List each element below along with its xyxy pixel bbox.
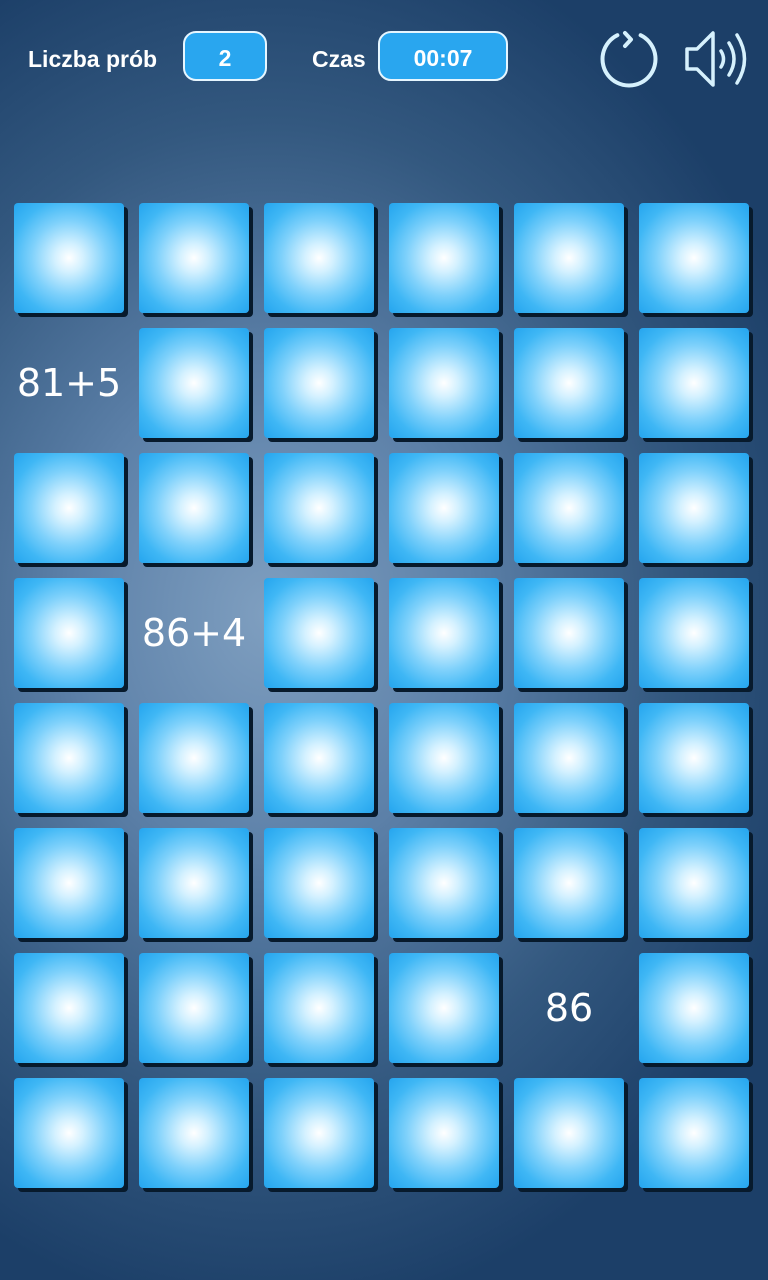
hidden-card-r2-c6[interactable] xyxy=(639,328,749,438)
hidden-card-r8-c1[interactable] xyxy=(14,1078,124,1188)
hidden-card-r3-c6[interactable] xyxy=(639,453,749,563)
hidden-card-r1-c6[interactable] xyxy=(639,203,749,313)
hidden-card-r5-c1[interactable] xyxy=(14,703,124,813)
restart-button[interactable] xyxy=(597,27,661,91)
attempts-counter: 2 xyxy=(183,31,267,81)
hidden-card-r5-c4[interactable] xyxy=(389,703,499,813)
restart-icon xyxy=(600,31,658,88)
hidden-card-r1-c5[interactable] xyxy=(514,203,624,313)
hidden-card-r4-c1[interactable] xyxy=(14,578,124,688)
timer-display: 00:07 xyxy=(378,31,508,81)
card-value: 86 xyxy=(544,986,594,1030)
hidden-card-r3-c4[interactable] xyxy=(389,453,499,563)
hidden-card-r1-c3[interactable] xyxy=(264,203,374,313)
hidden-card-r7-c3[interactable] xyxy=(264,953,374,1063)
hidden-card-r1-c2[interactable] xyxy=(139,203,249,313)
hidden-card-r8-c4[interactable] xyxy=(389,1078,499,1188)
hidden-card-r7-c4[interactable] xyxy=(389,953,499,1063)
hidden-card-r1-c4[interactable] xyxy=(389,203,499,313)
revealed-card: 86 xyxy=(514,953,624,1063)
hidden-card-r6-c3[interactable] xyxy=(264,828,374,938)
hidden-card-r8-c5[interactable] xyxy=(514,1078,624,1188)
hidden-card-r6-c6[interactable] xyxy=(639,828,749,938)
hidden-card-r5-c2[interactable] xyxy=(139,703,249,813)
revealed-card: 81+5 xyxy=(14,328,124,438)
hidden-card-r2-c2[interactable] xyxy=(139,328,249,438)
hidden-card-r5-c5[interactable] xyxy=(514,703,624,813)
hidden-card-r7-c1[interactable] xyxy=(14,953,124,1063)
hidden-card-r7-c6[interactable] xyxy=(639,953,749,1063)
hidden-card-r3-c1[interactable] xyxy=(14,453,124,563)
card-value: 81+5 xyxy=(16,361,122,405)
time-label: Czas xyxy=(312,46,366,72)
hidden-card-r6-c4[interactable] xyxy=(389,828,499,938)
hidden-card-r6-c1[interactable] xyxy=(14,828,124,938)
hidden-card-r3-c2[interactable] xyxy=(139,453,249,563)
hidden-card-r2-c3[interactable] xyxy=(264,328,374,438)
attempts-label: Liczba prób xyxy=(28,46,158,72)
hidden-card-r5-c3[interactable] xyxy=(264,703,374,813)
hidden-card-r4-c3[interactable] xyxy=(264,578,374,688)
hidden-card-r4-c5[interactable] xyxy=(514,578,624,688)
hidden-card-r2-c4[interactable] xyxy=(389,328,499,438)
hidden-card-r4-c4[interactable] xyxy=(389,578,499,688)
hidden-card-r1-c1[interactable] xyxy=(14,203,124,313)
revealed-card: 86+4 xyxy=(139,578,249,688)
hidden-card-r6-c5[interactable] xyxy=(514,828,624,938)
hidden-card-r8-c3[interactable] xyxy=(264,1078,374,1188)
hidden-card-r5-c6[interactable] xyxy=(639,703,749,813)
hidden-card-r2-c5[interactable] xyxy=(514,328,624,438)
hidden-card-r3-c3[interactable] xyxy=(264,453,374,563)
memory-board: 81+5 86+4 86 xyxy=(14,203,754,1193)
speaker-icon xyxy=(685,31,747,87)
hidden-card-r6-c2[interactable] xyxy=(139,828,249,938)
hidden-card-r4-c6[interactable] xyxy=(639,578,749,688)
card-value: 86+4 xyxy=(141,611,247,655)
hidden-card-r8-c2[interactable] xyxy=(139,1078,249,1188)
hidden-card-r3-c5[interactable] xyxy=(514,453,624,563)
sound-toggle-button[interactable] xyxy=(683,27,755,91)
top-bar: Liczba prób 2 Czas 00:07 xyxy=(0,0,768,120)
hidden-card-r8-c6[interactable] xyxy=(639,1078,749,1188)
hidden-card-r7-c2[interactable] xyxy=(139,953,249,1063)
